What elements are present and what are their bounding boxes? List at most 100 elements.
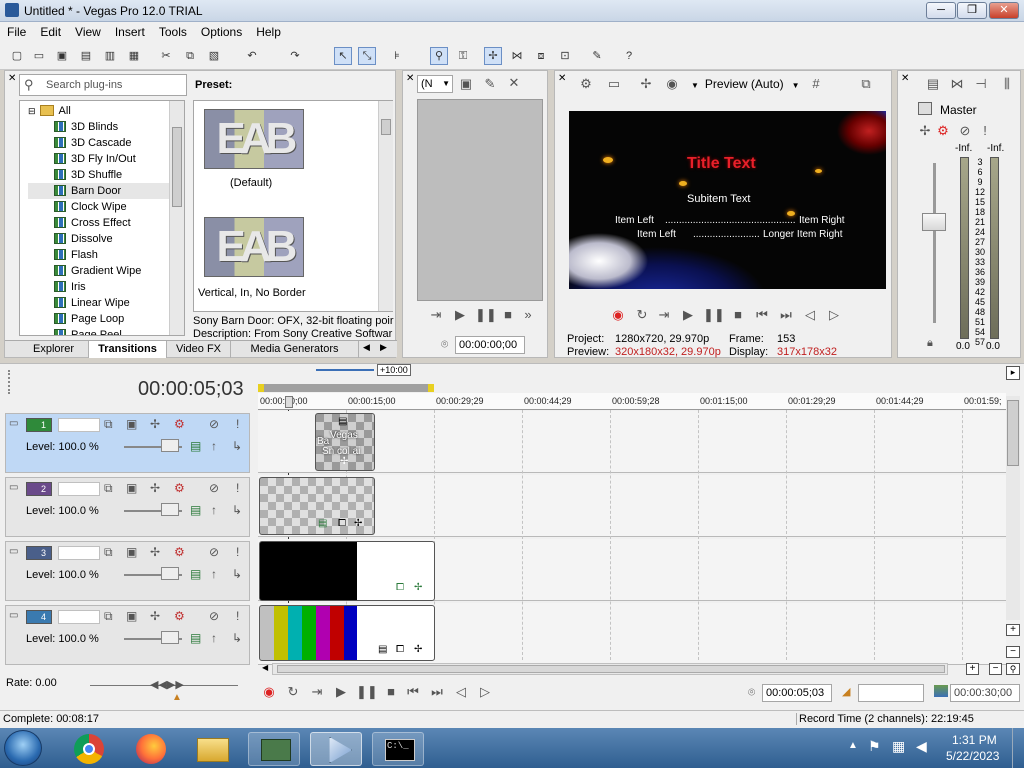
track-header-1[interactable]: ▭ 1 ⧉ ▣ ✢ ⚙ ⊘! Level: 100.0 % ▤ ↑ ↳ [5,413,250,473]
menu-tools[interactable]: Tools [152,22,194,39]
tree-scrollbar[interactable] [169,101,184,335]
tree-item[interactable]: Cross Effect [28,215,184,231]
ignore-grouping-icon[interactable]: ⧈ [532,47,550,65]
tab-scroll-left-icon[interactable]: ◀ [363,342,370,353]
event-pan-icon-4[interactable]: ✢ [414,644,422,655]
tree-item[interactable]: Clock Wipe [28,199,184,215]
master-downmix-icon[interactable]: ⋈ [948,76,966,92]
tree-item[interactable]: 3D Cascade [28,135,184,151]
track-parent-icon[interactable]: ↑ [211,567,217,581]
preview-loop-icon[interactable]: ↻ [633,307,651,323]
zoom-out-horizontal-icon[interactable]: − [989,663,1002,675]
event-crop-icon-3[interactable]: ⧠ [396,582,404,593]
preview-properties-icon[interactable]: ⚙ [577,76,595,92]
preview-prev-frame-icon[interactable]: ◁ [801,307,819,323]
lock-envelopes-icon[interactable]: ⚿ [454,47,472,65]
render-icon[interactable]: ▥ [101,47,119,65]
track-minimize-icon[interactable]: ▭ [9,610,18,621]
scroll-left-icon[interactable]: ◀ [262,663,268,672]
track-solo-icon[interactable]: ! [236,481,239,495]
preview-close-icon[interactable]: ✕ [558,73,566,84]
preview-quality-icon[interactable]: ◉ [663,76,681,92]
event-fx-icon-2[interactable]: ▤ [318,518,327,529]
zoom-in-horizontal-icon[interactable]: + [966,663,979,675]
track-move-icon[interactable]: ✢ [150,481,160,495]
next-frame-icon[interactable]: ▷ [476,684,494,700]
track-parent-icon[interactable]: ↑ [211,503,217,517]
trimmer-remove-icon[interactable]: ✕ [505,75,523,91]
menu-file[interactable]: File [0,22,33,39]
whats-this-help-icon[interactable]: ? [620,47,638,65]
search-input[interactable]: Search plug-ins [46,79,122,91]
horizontal-scrollbar[interactable] [272,663,948,675]
track-parent-icon[interactable]: ↑ [211,439,217,453]
tree-item[interactable]: Page Peel [28,327,184,335]
trimmer-pause-icon[interactable]: ❚❚ [475,307,497,323]
play-icon[interactable]: ▶ [332,684,350,700]
track-move-icon[interactable]: ✢ [150,545,160,559]
tree-item[interactable]: 3D Blinds [28,119,184,135]
paint-icon[interactable]: ✎ [588,47,606,65]
track-parent-icon[interactable]: ↑ [211,631,217,645]
master-lock-icon[interactable]: 🔒︎ [927,337,933,350]
paste-icon[interactable]: ▧ [205,47,223,65]
track-move-icon[interactable]: ✢ [150,417,160,431]
preview-pause-icon[interactable]: ❚❚ [703,307,725,323]
envelope-tool-icon[interactable]: ⤡ [358,47,376,65]
track-motion-icon[interactable]: ⧉ [104,609,113,624]
preview-external-monitor-icon[interactable]: ▭ [605,76,623,92]
previous-frame-icon[interactable]: ◁ [452,684,470,700]
event-pan-icon-3[interactable]: ✢ [414,582,422,593]
preset-scroll-thumb[interactable] [381,119,391,135]
preview-start-icon[interactable]: ⏮ [753,307,771,323]
clock-date[interactable]: 5/22/2023 [946,749,999,763]
menu-insert[interactable]: Insert [108,22,152,39]
tray-flag-icon[interactable]: ⚑ [868,738,881,755]
command-prompt-icon[interactable]: C:\_ [372,732,424,766]
copy-icon[interactable]: ⧉ [181,47,199,65]
vertical-scrollbar[interactable] [1006,396,1020,620]
save-as-icon[interactable]: ▤ [77,47,95,65]
auto-crossfade-icon[interactable]: ⋈ [508,47,526,65]
tree-item[interactable]: Dissolve [28,231,184,247]
properties-icon[interactable]: ▦ [125,47,143,65]
tree-root-all[interactable]: ⊟ All [28,103,184,119]
stop-icon[interactable]: ■ [382,684,400,699]
event-crop-icon-2[interactable]: ⧠ [338,518,346,529]
zoom-out-vertical-icon[interactable]: − [1006,646,1020,658]
track-settings-icon[interactable]: ⚙ [174,417,185,431]
preview-stop-icon[interactable]: ■ [729,307,747,322]
pause-icon[interactable]: ❚❚ [356,684,378,700]
preset-thumb-default[interactable]: EAB [204,109,304,169]
vertical-scroll-thumb[interactable] [1007,400,1019,466]
tree-scroll-thumb[interactable] [172,127,182,207]
track-fx-icon[interactable]: ▣ [126,481,137,495]
tree-item[interactable]: Linear Wipe [28,295,184,311]
normal-edit-tool-icon[interactable]: ↖ [334,47,352,65]
menu-options[interactable]: Options [194,22,249,39]
preview-next-frame-icon[interactable]: ▷ [825,307,843,323]
preset-scrollbar[interactable] [378,101,393,311]
track-composite-icon[interactable]: ▤ [190,503,201,517]
tab-transitions[interactable]: Transitions [89,341,167,358]
preview-play-icon[interactable]: ▶ [679,307,697,323]
trimmer-stop-icon[interactable]: ■ [499,307,517,322]
close-button[interactable]: ✕ [989,2,1019,19]
trimmer-loop-icon[interactable]: ⇥ [427,307,445,323]
tree-item[interactable]: 3D Fly In/Out [28,151,184,167]
trimmer-dropdown[interactable]: (N ▼ [417,75,453,93]
network-app-icon[interactable] [248,732,300,766]
master-settings-icon[interactable]: ⫼ [998,76,1016,92]
zoom-in-vertical-icon[interactable]: + [1006,624,1020,636]
event-fx-icon[interactable]: ▤ [338,416,347,427]
loop-playback-icon[interactable]: ↻ [284,684,302,700]
track-mute-icon[interactable]: ⊘ [209,481,219,495]
trimmer-more-icon[interactable]: » [519,307,537,322]
preset-thumb-vertical[interactable]: EAB [204,217,304,277]
trimmer-mark-icon[interactable]: ▣ [457,76,475,92]
track-name-field[interactable] [58,610,100,624]
tree-item[interactable]: Page Loop [28,311,184,327]
panel-close-icon[interactable]: ✕ [8,73,16,84]
search-input-box[interactable]: ⚲ Search plug-ins [19,74,187,96]
preview-end-icon[interactable]: ⏭ [777,307,795,323]
